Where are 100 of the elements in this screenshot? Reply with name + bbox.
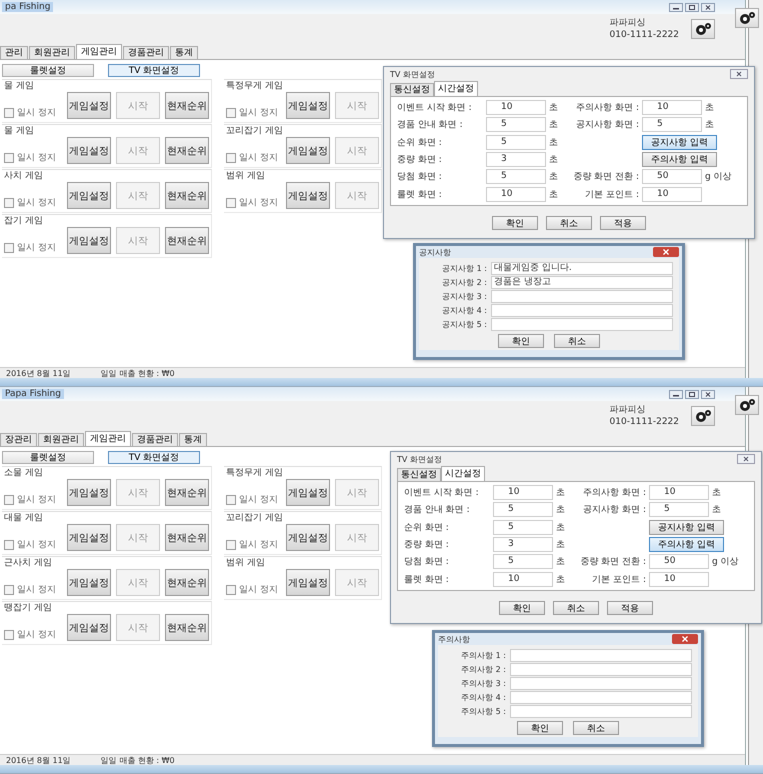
tab[interactable]: 관리 [0,46,28,59]
input-field[interactable]: 10 [642,100,702,116]
input-field[interactable]: 5 [486,169,546,184]
game-button[interactable]: 게임설정 [67,614,111,641]
tab[interactable]: 시간설정 [434,81,478,96]
input-field[interactable]: 10 [486,186,546,202]
dialog-button[interactable]: 취소 [573,721,619,735]
input-field[interactable]: 대물게임중 입니다. [491,262,673,274]
game-button[interactable]: 게임설정 [67,569,111,596]
game-button[interactable]: 게임설정 [286,524,330,551]
settings-button[interactable] [691,19,715,39]
input-button[interactable]: 주의사항 입력 [642,152,717,168]
input-button[interactable]: 공지사항 입력 [642,134,717,150]
game-button[interactable]: 게임설정 [67,182,111,209]
tab[interactable]: 게임관리 [85,431,131,446]
input-field[interactable] [510,676,692,690]
game-button[interactable]: 게임설정 [67,92,111,119]
input-field[interactable]: 10 [486,100,546,116]
settings-button[interactable] [735,8,759,28]
game-button[interactable]: 게임설정 [67,524,111,551]
input-field[interactable]: 10 [493,485,553,500]
maximize-icon[interactable] [685,2,699,12]
input-field[interactable]: 5 [486,117,546,132]
maximize-icon[interactable] [685,390,699,398]
input-button[interactable]: 주의사항 입력 [649,537,724,552]
dialog-button[interactable]: 확인 [517,721,563,735]
checkbox[interactable] [4,198,14,208]
game-button[interactable]: 현재순위 [165,137,209,164]
sub-tab[interactable]: 룰렛설정 [2,64,94,77]
close-icon[interactable] [653,247,679,257]
input-field[interactable]: 10 [642,186,702,202]
checkbox[interactable] [226,108,236,118]
input-field[interactable] [491,290,673,302]
checkbox[interactable] [226,540,236,550]
game-button[interactable]: 게임설정 [67,479,111,506]
checkbox[interactable] [4,494,14,504]
checkbox[interactable] [226,584,236,594]
sub-tab[interactable]: 룰렛설정 [2,451,94,464]
game-button[interactable]: 현재순위 [165,227,209,254]
checkbox[interactable] [4,630,14,640]
game-button[interactable]: 게임설정 [286,569,330,596]
close-icon[interactable] [701,2,715,12]
game-button[interactable]: 게임설정 [286,182,330,209]
dialog-button[interactable]: 확인 [492,216,538,230]
dialog-button[interactable]: 취소 [554,334,600,348]
input-field[interactable] [491,304,673,316]
close-icon[interactable] [672,634,698,644]
dialog-button[interactable]: 확인 [498,334,544,348]
input-field[interactable]: 50 [649,554,709,570]
checkbox[interactable] [226,198,236,208]
checkbox[interactable] [4,242,14,252]
input-field[interactable]: 5 [493,554,553,570]
input-field[interactable]: 5 [493,520,553,535]
input-field[interactable]: 5 [493,502,553,518]
input-field[interactable]: 5 [486,134,546,150]
game-button[interactable]: 게임설정 [286,137,330,164]
tab[interactable]: 회원관리 [38,433,84,446]
game-button[interactable]: 현재순위 [165,92,209,119]
tab[interactable]: 시간설정 [441,466,485,481]
tab[interactable]: 경품관리 [123,46,169,59]
dialog-button[interactable]: 취소 [546,216,592,230]
dialog-button[interactable]: 확인 [499,601,545,615]
tab[interactable]: 통계 [170,46,198,59]
checkbox[interactable] [4,152,14,162]
tab[interactable]: 게임관리 [76,44,122,59]
game-button[interactable]: 게임설정 [67,137,111,164]
checkbox[interactable] [4,108,14,118]
settings-button[interactable] [735,395,759,415]
input-field[interactable]: 경품은 냉장고 [491,276,673,288]
checkbox[interactable] [226,152,236,162]
tab[interactable]: 통신설정 [390,83,434,96]
input-field[interactable] [510,690,692,704]
input-field[interactable] [510,704,692,718]
game-button[interactable]: 현재순위 [165,569,209,596]
dialog-button[interactable]: 적용 [607,601,653,615]
dialog-button[interactable]: 취소 [553,601,599,615]
game-button[interactable]: 게임설정 [286,92,330,119]
tab[interactable]: 회원관리 [29,46,75,59]
game-button[interactable]: 게임설정 [286,479,330,506]
input-button[interactable]: 공지사항 입력 [649,520,724,535]
input-field[interactable]: 10 [493,572,553,587]
checkbox[interactable] [4,540,14,550]
input-field[interactable] [510,662,692,676]
game-button[interactable]: 현재순위 [165,614,209,641]
close-icon[interactable] [737,454,755,464]
checkbox[interactable] [4,584,14,594]
dialog-button[interactable]: 적용 [600,216,646,230]
close-icon[interactable] [701,390,715,398]
settings-button[interactable] [691,406,715,426]
input-field[interactable]: 3 [486,152,546,168]
sub-tab[interactable]: TV 화면설정 [108,451,200,464]
close-icon[interactable] [730,69,748,79]
minimize-icon[interactable] [669,390,683,398]
input-field[interactable]: 5 [642,117,702,132]
input-field[interactable]: 50 [642,169,702,184]
input-field[interactable]: 5 [649,502,709,518]
game-button[interactable]: 현재순위 [165,479,209,506]
input-field[interactable] [510,648,692,662]
checkbox[interactable] [226,494,236,504]
minimize-icon[interactable] [669,2,683,12]
